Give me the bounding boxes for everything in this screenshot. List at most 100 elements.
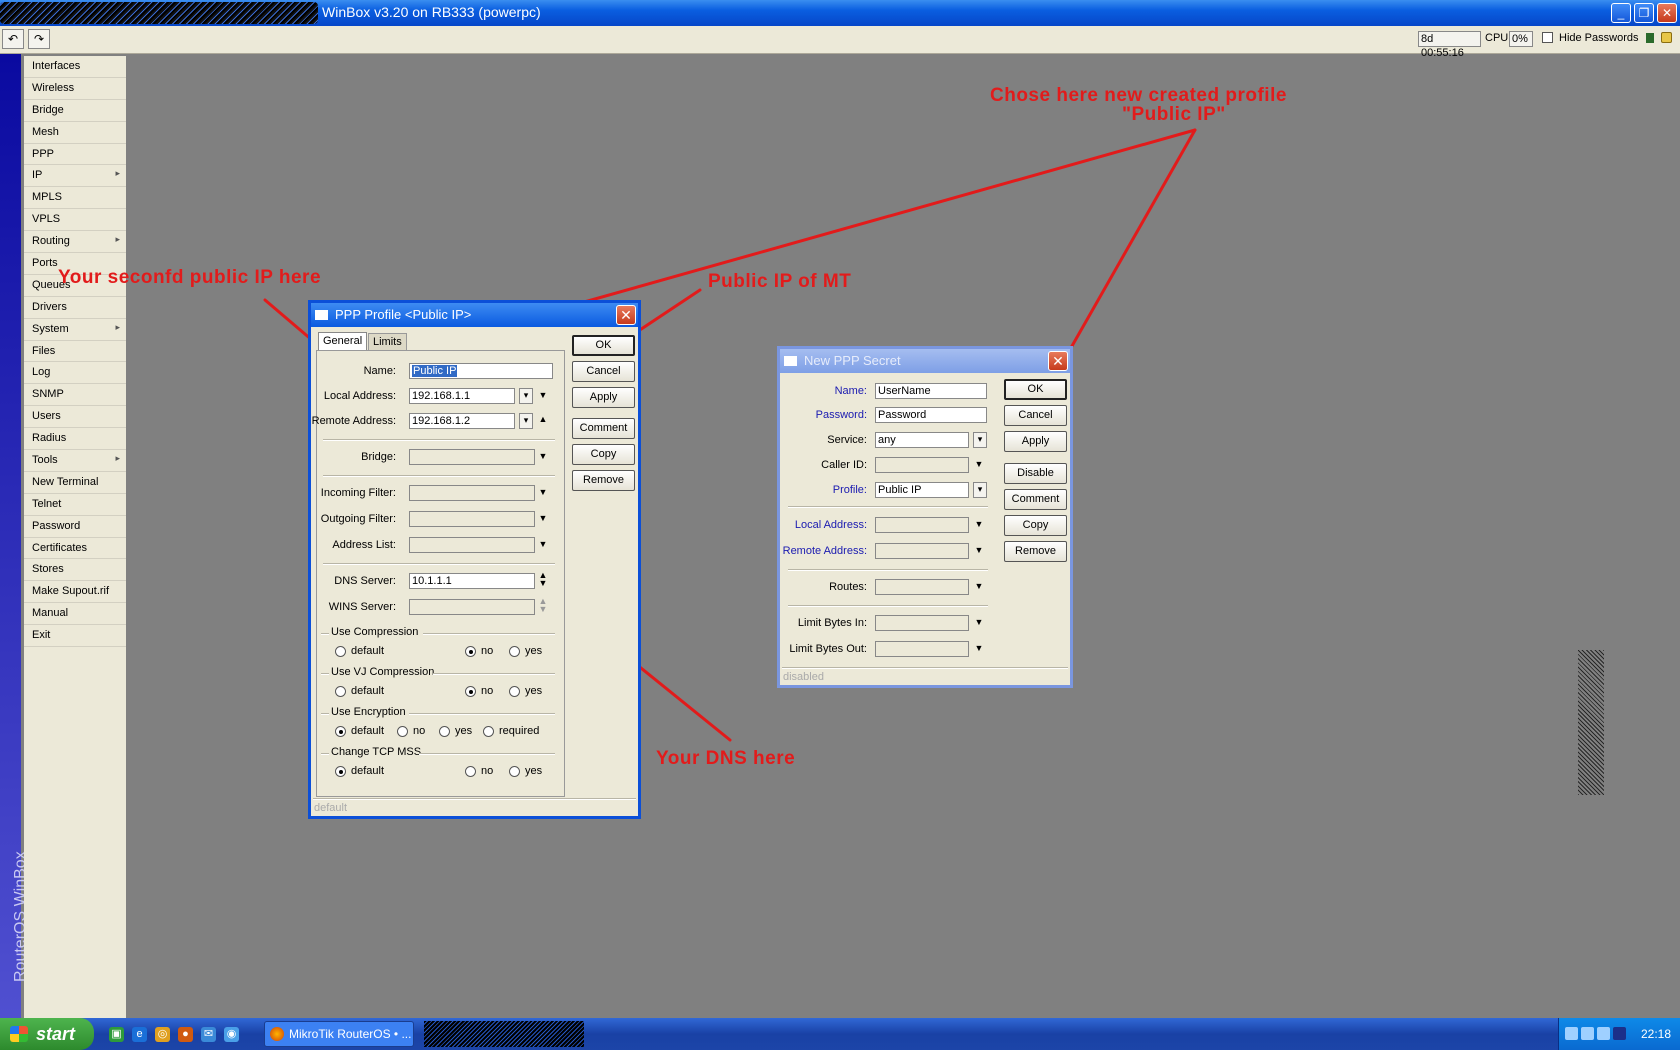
service-select[interactable]: any xyxy=(875,432,969,448)
dns-server-input[interactable]: 10.1.1.1 xyxy=(409,573,535,589)
tray-network-icon[interactable] xyxy=(1565,1027,1578,1040)
sidebar-item-log[interactable]: Log xyxy=(24,362,126,385)
address-list-dropdown-icon[interactable]: ▼ xyxy=(537,539,549,549)
ppp-profile-titlebar[interactable]: PPP Profile <Public IP> ✕ xyxy=(311,303,638,327)
quicklaunch-mail-icon[interactable]: ✉ xyxy=(201,1027,216,1042)
remote-address-input[interactable]: 192.168.1.2 xyxy=(409,413,515,429)
sidebar-item-exit[interactable]: Exit xyxy=(24,625,126,648)
copy-button[interactable]: Copy xyxy=(1004,515,1067,536)
bridge-dropdown-icon[interactable]: ▼ xyxy=(537,451,549,461)
local-address-expand-icon[interactable]: ▼ xyxy=(537,390,549,400)
remote-address-collapse-icon[interactable]: ▲ xyxy=(537,414,549,424)
comment-button[interactable]: Comment xyxy=(1004,489,1067,510)
window-titlebar[interactable]: WinBox v3.20 on RB333 (powerpc) _ ❐ ✕ xyxy=(0,0,1680,26)
change-tcp-mss-yes-radio[interactable] xyxy=(509,766,520,777)
sidebar-item-routing[interactable]: Routing ▸ xyxy=(24,231,126,254)
quicklaunch-firefox-icon[interactable]: ● xyxy=(178,1027,193,1042)
quicklaunch-app-icon[interactable]: ▣ xyxy=(109,1027,124,1042)
sidebar-item-ip[interactable]: IP ▸ xyxy=(24,165,126,188)
use-compression-yes-radio[interactable] xyxy=(509,646,520,657)
sidebar-item-make-supout-rif[interactable]: Make Supout.rif xyxy=(24,581,126,604)
use-vj-compression-yes-radio[interactable] xyxy=(509,686,520,697)
use-vj-compression-default-radio[interactable] xyxy=(335,686,346,697)
sidebar-item-drivers[interactable]: Drivers xyxy=(24,297,126,319)
close-icon[interactable]: ✕ xyxy=(616,305,636,325)
dns-server-updown-icon[interactable]: ▲ ▼ xyxy=(537,571,549,588)
sidebar-item-users[interactable]: Users xyxy=(24,406,126,429)
tray-volume-icon[interactable] xyxy=(1581,1027,1594,1040)
profile-select[interactable]: Public IP xyxy=(875,482,969,498)
sidebar-item-mpls[interactable]: MPLS xyxy=(24,187,126,210)
address-list-input[interactable] xyxy=(409,537,535,553)
name-input[interactable]: Public IP xyxy=(409,363,553,379)
outgoing-filter-input[interactable] xyxy=(409,511,535,527)
profile-dropdown[interactable]: ▾ xyxy=(973,482,987,498)
remote-address-dropdown-icon[interactable]: ▼ xyxy=(973,545,985,555)
sidebar-item-radius[interactable]: Radius xyxy=(24,428,126,451)
caller-id-dropdown-icon[interactable]: ▼ xyxy=(973,459,985,469)
sidebar-item-system[interactable]: System ▸ xyxy=(24,319,126,341)
quicklaunch-media-icon[interactable]: ◎ xyxy=(155,1027,170,1042)
hide-passwords-checkbox[interactable] xyxy=(1542,32,1553,43)
routes-input[interactable] xyxy=(875,579,969,595)
sidebar-item-vpls[interactable]: VPLS xyxy=(24,209,126,232)
change-tcp-mss-default-radio[interactable] xyxy=(335,766,346,777)
service-dropdown[interactable]: ▾ xyxy=(973,432,987,448)
incoming-filter-input[interactable] xyxy=(409,485,535,501)
maximize-button[interactable]: ❐ xyxy=(1634,3,1654,23)
routes-dropdown-icon[interactable]: ▼ xyxy=(973,581,985,591)
limit-bytes-in-dropdown-icon[interactable]: ▼ xyxy=(973,617,985,627)
cancel-button[interactable]: Cancel xyxy=(572,361,635,382)
bridge-input[interactable] xyxy=(409,449,535,465)
disable-button[interactable]: Disable xyxy=(1004,463,1067,484)
sidebar-item-manual[interactable]: Manual xyxy=(24,603,126,626)
ok-button[interactable]: OK xyxy=(572,335,635,356)
sidebar-item-mesh[interactable]: Mesh xyxy=(24,122,126,144)
password-input[interactable]: Password xyxy=(875,407,987,423)
ok-button[interactable]: OK xyxy=(1004,379,1067,400)
quicklaunch-ie-icon[interactable]: e xyxy=(132,1027,147,1042)
sidebar-item-tools[interactable]: Tools ▸ xyxy=(24,450,126,472)
sidebar-item-ppp[interactable]: PPP xyxy=(24,144,126,166)
use-compression-no-radio[interactable] xyxy=(465,646,476,657)
use-compression-default-radio[interactable] xyxy=(335,646,346,657)
quicklaunch-show-desktop-icon[interactable]: ◉ xyxy=(224,1027,239,1042)
copy-button[interactable]: Copy xyxy=(572,444,635,465)
sidebar-item-certificates[interactable]: Certificates xyxy=(24,538,126,560)
tab-general[interactable]: General xyxy=(318,332,368,350)
sidebar-item-stores[interactable]: Stores xyxy=(24,559,126,582)
cancel-button[interactable]: Cancel xyxy=(1004,405,1067,426)
remote-address-dropdown[interactable]: ▾ xyxy=(519,413,533,429)
close-icon[interactable]: ✕ xyxy=(1048,351,1068,371)
caller-id-input[interactable] xyxy=(875,457,969,473)
start-button[interactable]: start xyxy=(0,1018,94,1050)
wins-server-input[interactable] xyxy=(409,599,535,615)
use-encryption-yes-radio[interactable] xyxy=(439,726,450,737)
tray-update-icon[interactable] xyxy=(1597,1027,1610,1040)
use-vj-compression-no-radio[interactable] xyxy=(465,686,476,697)
tray-player-icon[interactable] xyxy=(1613,1027,1626,1040)
limit-bytes-out-dropdown-icon[interactable]: ▼ xyxy=(973,643,985,653)
remove-button[interactable]: Remove xyxy=(1004,541,1067,562)
local-address-input[interactable]: 192.168.1.1 xyxy=(409,388,515,404)
local-address-dropdown[interactable]: ▾ xyxy=(519,388,533,404)
taskbar-item-winbox[interactable]: MikroTik RouterOS • ... xyxy=(264,1021,414,1047)
close-window-button[interactable]: ✕ xyxy=(1657,3,1677,23)
local-address-dropdown-icon[interactable]: ▼ xyxy=(973,519,985,529)
sidebar-item-bridge[interactable]: Bridge xyxy=(24,100,126,122)
local-address-input[interactable] xyxy=(875,517,969,533)
ppp-secret-titlebar[interactable]: New PPP Secret ✕ xyxy=(780,349,1070,373)
use-encryption-no-radio[interactable] xyxy=(397,726,408,737)
outgoing-filter-dropdown-icon[interactable]: ▼ xyxy=(537,513,549,523)
redo-button[interactable]: ↷ xyxy=(28,29,50,49)
wins-server-updown-icon[interactable]: ▲ ▼ xyxy=(537,597,549,614)
undo-button[interactable]: ↶ xyxy=(2,29,24,49)
remote-address-input[interactable] xyxy=(875,543,969,559)
apply-button[interactable]: Apply xyxy=(572,387,635,408)
sidebar-item-telnet[interactable]: Telnet xyxy=(24,494,126,516)
sidebar-item-wireless[interactable]: Wireless xyxy=(24,78,126,100)
incoming-filter-dropdown-icon[interactable]: ▼ xyxy=(537,487,549,497)
comment-button[interactable]: Comment xyxy=(572,418,635,439)
sidebar-item-files[interactable]: Files xyxy=(24,341,126,363)
apply-button[interactable]: Apply xyxy=(1004,431,1067,452)
